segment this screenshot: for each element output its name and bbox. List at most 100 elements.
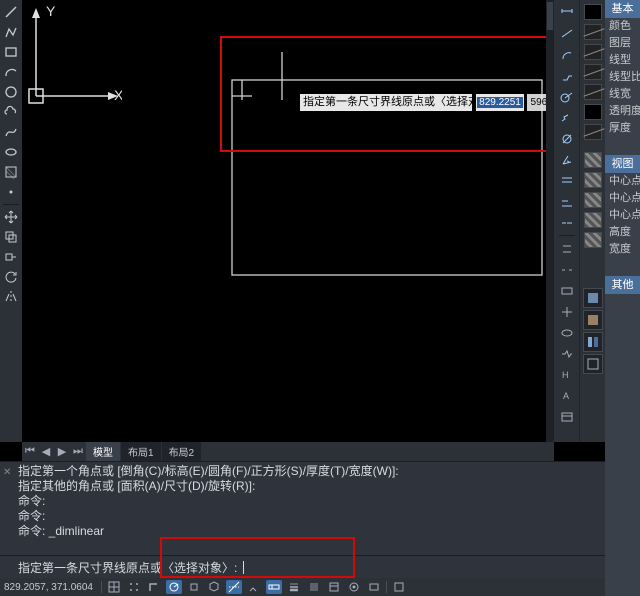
tab-model[interactable]: 模型 [86, 442, 120, 461]
view-cz-swatch[interactable] [584, 192, 602, 208]
tool-dim-arc[interactable] [557, 45, 577, 64]
tool-tolerance[interactable] [557, 281, 577, 300]
palette-b-icon[interactable] [583, 310, 603, 330]
lineweight-swatch[interactable] [584, 84, 602, 100]
svg-text:H: H [562, 370, 569, 380]
tool-dim-diameter[interactable] [557, 129, 577, 148]
tool-hatch[interactable] [2, 163, 20, 181]
tool-inspect[interactable] [557, 323, 577, 342]
prop-centerx[interactable]: 中心点 [605, 173, 640, 190]
svg-text:A: A [563, 391, 569, 401]
status-qp-icon[interactable] [326, 580, 342, 594]
tool-dim-linear[interactable] [557, 3, 577, 22]
status-max-icon[interactable] [391, 580, 407, 594]
transparency-swatch[interactable] [584, 104, 602, 120]
canvas-vscrollbar[interactable] [546, 0, 554, 442]
palette-d-icon[interactable] [583, 354, 603, 374]
tab-layout1[interactable]: 布局1 [121, 442, 161, 461]
tool-dim-radius[interactable] [557, 87, 577, 106]
status-otrack-icon[interactable] [226, 580, 242, 594]
tool-arc[interactable] [2, 63, 20, 81]
cmd-line: 命令: _dimlinear [18, 524, 636, 539]
view-h-swatch[interactable] [584, 212, 602, 228]
tool-dim-space[interactable] [557, 239, 577, 258]
tool-centermark[interactable] [557, 302, 577, 321]
tool-dim-aligned[interactable] [557, 24, 577, 43]
tab-prev-icon[interactable]: ◀ [39, 445, 53, 459]
palette-c-icon[interactable] [583, 332, 603, 352]
status-osnap-icon[interactable] [186, 580, 202, 594]
prop-centerz[interactable]: 中心点 [605, 207, 640, 224]
prop-thickness[interactable]: 厚度 [605, 120, 640, 137]
tool-dim-jog[interactable] [557, 108, 577, 127]
status-ducs-icon[interactable] [246, 580, 262, 594]
tool-polyline[interactable] [2, 23, 20, 41]
status-model-icon[interactable] [366, 580, 382, 594]
ltscale-swatch[interactable] [584, 64, 602, 80]
cmd-line: 指定第一个角点或 [倒角(C)/标高(E)/圆角(F)/正方形(S)/厚度(T)… [18, 464, 636, 479]
palette-a-icon[interactable] [583, 288, 603, 308]
prop-width[interactable]: 宽度 [605, 241, 640, 258]
status-polar-icon[interactable] [166, 580, 182, 594]
view-cy-swatch[interactable] [584, 172, 602, 188]
prop-layer[interactable]: 图层 [605, 35, 640, 52]
status-lwt-icon[interactable] [286, 580, 302, 594]
linetype-swatch[interactable] [584, 44, 602, 60]
prop-transparency[interactable]: 透明度 [605, 103, 640, 120]
color-swatch-bylayer[interactable] [584, 4, 602, 20]
tool-rect[interactable] [2, 43, 20, 61]
prop-height[interactable]: 高度 [605, 224, 640, 241]
tool-dimedit[interactable]: H [557, 365, 577, 384]
tool-point[interactable] [2, 183, 20, 201]
status-dyn-icon[interactable] [266, 580, 282, 594]
command-prompt: 指定第一条尺寸界线原点或〈选择对象〉: [18, 561, 237, 575]
tool-dimstyle[interactable] [557, 407, 577, 426]
tool-copy[interactable] [2, 228, 20, 246]
tool-dimtedit[interactable]: A [557, 386, 577, 405]
prop-lineweight[interactable]: 线宽 [605, 86, 640, 103]
status-grid-icon[interactable] [106, 580, 122, 594]
dynamic-input-x[interactable]: 829.2251 [476, 94, 524, 111]
tool-stretch[interactable] [2, 248, 20, 266]
tool-cloud[interactable] [2, 103, 20, 121]
command-input-line[interactable]: 指定第一条尺寸界线原点或〈选择对象〉: [0, 555, 640, 578]
tab-layout2[interactable]: 布局2 [162, 442, 202, 461]
prop-centery[interactable]: 中心点 [605, 190, 640, 207]
tool-dim-baseline[interactable] [557, 192, 577, 211]
status-tpy-icon[interactable] [306, 580, 322, 594]
status-sc-icon[interactable] [346, 580, 362, 594]
view-cx-swatch[interactable] [584, 152, 602, 168]
tab-next-icon[interactable]: ▶ [55, 445, 69, 459]
status-coords: 829.2057, 371.0604 [4, 582, 93, 593]
prop-header-view: 视图 [605, 155, 640, 173]
status-snap-icon[interactable] [126, 580, 142, 594]
tool-dim-jogline[interactable] [557, 344, 577, 363]
view-w-swatch[interactable] [584, 232, 602, 248]
tool-move[interactable] [2, 208, 20, 226]
tool-spline[interactable] [2, 123, 20, 141]
layer-swatch[interactable] [584, 24, 602, 40]
tool-dim-angular[interactable] [557, 150, 577, 169]
tool-circle[interactable] [2, 83, 20, 101]
tool-dim-quick[interactable] [557, 171, 577, 190]
status-3dosnap-icon[interactable] [206, 580, 222, 594]
tool-dim-break[interactable] [557, 260, 577, 279]
prop-color[interactable]: 颜色 [605, 18, 640, 35]
tool-ellipse[interactable] [2, 143, 20, 161]
tool-mirror[interactable] [2, 288, 20, 306]
cmd-line: 命令: [18, 509, 636, 524]
tool-line[interactable] [2, 3, 20, 21]
thickness-swatch[interactable] [584, 124, 602, 140]
commandline-close-icon[interactable]: ✕ [3, 465, 11, 480]
tool-dim-continue[interactable] [557, 213, 577, 232]
tool-dim-ord[interactable] [557, 66, 577, 85]
prop-ltscale[interactable]: 线型比 [605, 69, 640, 86]
tab-last-icon[interactable]: ⏭ [71, 445, 85, 459]
status-ortho-icon[interactable] [146, 580, 162, 594]
prop-linetype[interactable]: 线型 [605, 52, 640, 69]
tab-first-icon[interactable]: ⏮ [23, 445, 37, 459]
text-cursor [243, 561, 244, 574]
right-toolbar: H A [554, 0, 579, 442]
drawing-canvas[interactable]: 指定第一条尺寸界线原点或〈选择对象〉 829.2251 596.6011 Y X [22, 0, 554, 442]
tool-rotate[interactable] [2, 268, 20, 286]
